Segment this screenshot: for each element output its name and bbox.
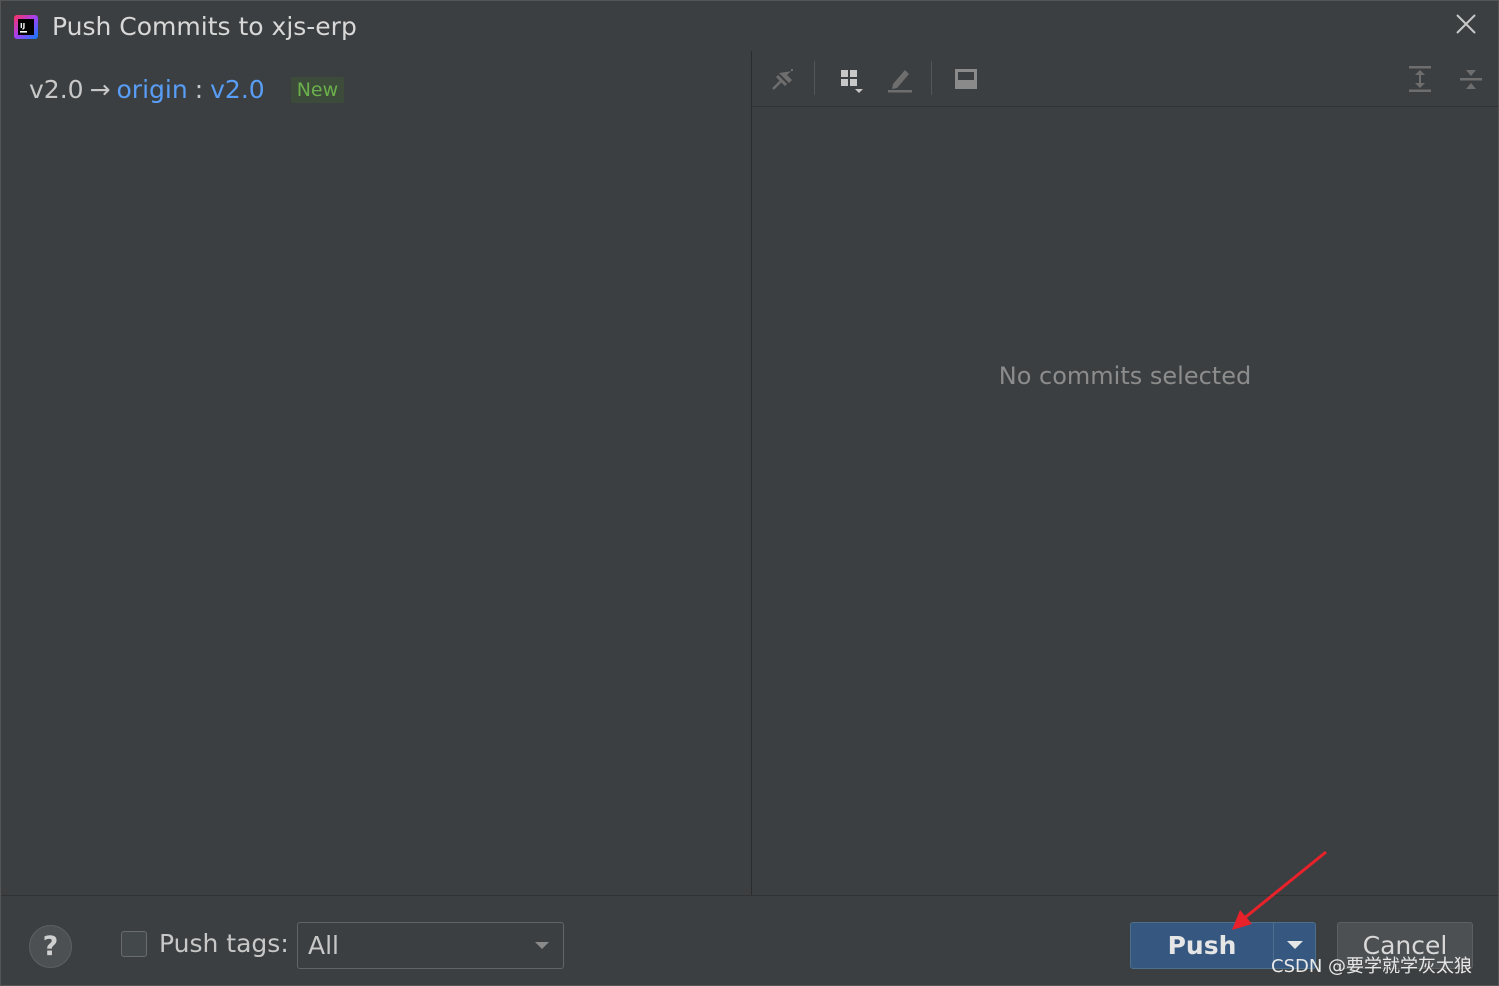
annotation-arrow-icon <box>1232 850 1327 930</box>
push-branches-panel: v2.0 → origin : v2.0 New <box>1 51 751 895</box>
dialog-title: Push Commits to xjs-erp <box>52 12 357 41</box>
toolbar-separator <box>814 61 815 95</box>
title-bar: IJ Push Commits to xjs-erp <box>1 1 1498 51</box>
group-by-icon[interactable] <box>832 61 868 97</box>
expand-all-icon[interactable] <box>1402 61 1438 97</box>
new-branch-badge: New <box>290 77 345 103</box>
push-tags-select[interactable]: All <box>297 922 564 969</box>
remote-name-link[interactable]: origin <box>117 73 188 107</box>
pin-icon[interactable] <box>765 61 801 97</box>
chevron-down-icon <box>535 942 549 949</box>
toolbar-separator <box>931 61 932 95</box>
chevron-down-icon <box>1287 941 1303 949</box>
branch-separator: : <box>194 75 204 104</box>
watermark-text: CSDN @要学就学灰太狼 <box>1271 956 1473 977</box>
branch-row[interactable]: v2.0 → origin : v2.0 New <box>29 73 345 107</box>
target-branch-link[interactable]: v2.0 <box>210 73 265 107</box>
svg-text:IJ: IJ <box>20 22 25 30</box>
branch-arrow: → <box>89 75 111 104</box>
intellij-idea-icon: IJ <box>14 15 38 39</box>
local-branch-label: v2.0 <box>29 75 84 104</box>
push-commits-dialog: IJ Push Commits to xjs-erp v2.0 → origin… <box>0 0 1499 986</box>
close-icon[interactable] <box>1452 10 1480 38</box>
help-button[interactable]: ? <box>29 925 72 968</box>
push-tags-select-value: All <box>308 931 339 960</box>
edit-source-icon[interactable] <box>882 61 918 97</box>
no-commits-message: No commits selected <box>998 362 1252 390</box>
collapse-all-icon[interactable] <box>1453 61 1489 97</box>
show-details-icon[interactable] <box>948 61 984 97</box>
push-tags-checkbox[interactable] <box>121 931 147 957</box>
commit-details-panel: No commits selected <box>752 51 1498 895</box>
push-tags-label[interactable]: Push tags: <box>159 927 289 961</box>
details-toolbar <box>752 51 1498 107</box>
